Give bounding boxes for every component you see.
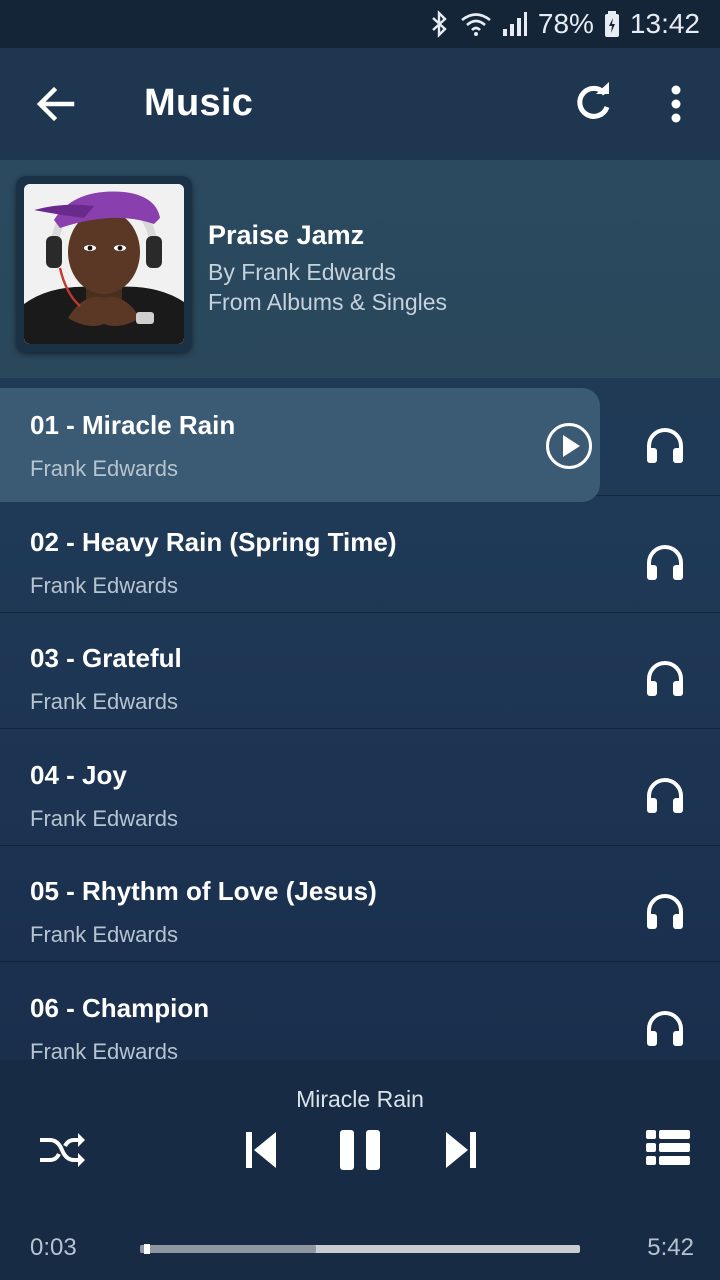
now-playing-title: Miracle Rain [296, 1086, 424, 1112]
track-row-1[interactable]: 01 - Miracle Rain Frank Edwards [0, 380, 720, 502]
track-row-3[interactable]: 03 - Grateful Frank Edwards [0, 613, 720, 729]
clock: 13:42 [629, 8, 700, 39]
headphones-icon[interactable] [644, 1007, 686, 1047]
app-bar: Music [0, 48, 720, 160]
track-row-6[interactable]: 06 - Champion Frank Edwards [0, 963, 720, 1060]
album-artist: By Frank Edwards [208, 259, 396, 285]
headphones-icon[interactable] [644, 890, 686, 930]
headphones-icon[interactable] [644, 424, 686, 464]
skip-previous-icon[interactable] [244, 1130, 278, 1170]
album-art [24, 184, 184, 344]
track-artist: Frank Edwards [30, 456, 178, 481]
track-title: 04 - Joy [30, 760, 127, 790]
battery-percent: 78% [537, 8, 594, 39]
seek-bar-thumb[interactable] [144, 1244, 150, 1254]
track-title: 05 - Rhythm of Love (Jesus) [30, 876, 377, 906]
seek-bar-buffer [140, 1245, 316, 1253]
headphones-icon[interactable] [644, 541, 686, 581]
seek-bar[interactable] [140, 1244, 580, 1254]
album-info: Praise Jamz By Frank Edwards From Albums… [208, 220, 447, 317]
album-header: Praise Jamz By Frank Edwards From Albums… [0, 160, 720, 378]
track-title: 01 - Miracle Rain [30, 410, 236, 440]
bluetooth-icon [432, 10, 447, 38]
track-row-2[interactable]: 02 - Heavy Rain (Spring Time) Frank Edwa… [0, 497, 720, 613]
album-source: From Albums & Singles [208, 289, 448, 315]
total-time: 5:42 [647, 1234, 694, 1261]
track-artist: Frank Edwards [30, 806, 178, 831]
refresh-icon[interactable] [570, 80, 616, 126]
track-artist: Frank Edwards [30, 689, 178, 714]
play-circle-icon[interactable] [545, 422, 593, 470]
skip-next-icon[interactable] [444, 1130, 478, 1170]
queue-list-icon[interactable] [644, 1128, 692, 1168]
track-title: 02 - Heavy Rain (Spring Time) [30, 527, 397, 557]
more-vert-icon[interactable] [660, 80, 692, 128]
current-time: 0:03 [30, 1234, 77, 1261]
signal-icon [502, 12, 527, 36]
page-title: Music [144, 82, 254, 124]
wifi-icon [461, 13, 491, 36]
headphones-icon[interactable] [644, 774, 686, 814]
track-title: 03 - Grateful [30, 643, 182, 673]
pause-icon[interactable] [338, 1128, 382, 1172]
track-row-4[interactable]: 04 - Joy Frank Edwards [0, 730, 720, 846]
status-bar: 78% 13:42 [0, 0, 720, 48]
shuffle-icon[interactable] [38, 1130, 86, 1170]
track-artist: Frank Edwards [30, 573, 178, 598]
back-arrow-icon[interactable] [32, 82, 80, 126]
battery-icon [604, 11, 619, 37]
headphones-icon[interactable] [644, 657, 686, 697]
track-list: 01 - Miracle Rain Frank Edwards 02 - Hea… [0, 380, 720, 1060]
track-artist: Frank Edwards [30, 922, 178, 947]
album-art-frame[interactable] [16, 176, 192, 352]
track-title: 06 - Champion [30, 993, 210, 1023]
track-row-5[interactable]: 05 - Rhythm of Love (Jesus) Frank Edward… [0, 846, 720, 962]
active-track-highlight [0, 388, 600, 502]
album-name: Praise Jamz [208, 220, 365, 250]
mini-player: Miracle Rain 0:03 5:42 [0, 1060, 720, 1280]
track-artist: Frank Edwards [30, 1039, 178, 1060]
